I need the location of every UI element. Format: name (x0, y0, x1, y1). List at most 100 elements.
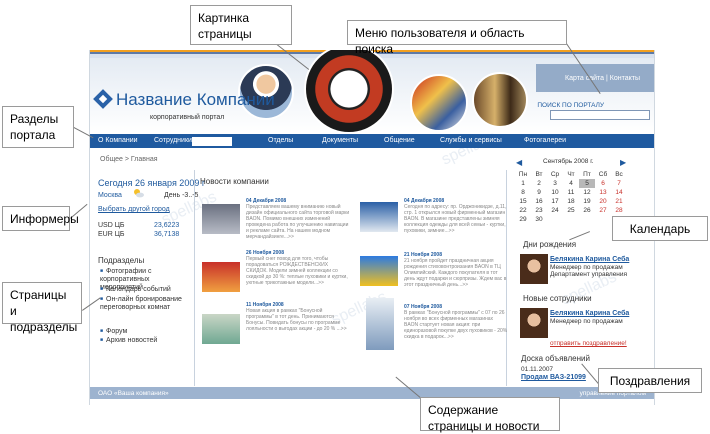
news-thumbnail (202, 314, 240, 344)
currency-code-usd: USD ЦБ (98, 222, 125, 229)
news-item[interactable]: 07 Ноября 2008 В рамках "Бонусной програ… (404, 304, 508, 340)
calendar-day[interactable]: 2 (531, 179, 547, 188)
nav-item-company[interactable]: О Компании (98, 137, 138, 144)
calendar-week: 29 30 (515, 215, 627, 224)
calendar-day[interactable]: 10 (547, 188, 563, 197)
nav-item-staff[interactable]: Сотрудники (154, 137, 192, 144)
calendar-day[interactable]: 7 (611, 179, 627, 188)
nav-item-departments[interactable]: Отделы (268, 137, 293, 144)
news-thumbnail (366, 298, 394, 350)
informer-date: Сегодня 26 января 2009 г (98, 178, 206, 188)
callout-calendar: Календарь (612, 216, 708, 241)
calendar-day[interactable]: 16 (531, 197, 547, 206)
calendar-day[interactable]: 24 (547, 206, 563, 215)
subsection-item[interactable]: Календарь событий (100, 286, 190, 294)
calendar-day[interactable]: 11 (563, 188, 579, 197)
calendar-day[interactable]: 5 (579, 179, 595, 188)
calendar-week: 15 16 17 18 19 20 21 (515, 197, 627, 206)
top-links[interactable]: Карта сайта | Контакты (565, 75, 640, 82)
new-staff-role: Менеджер по продажам (550, 318, 623, 325)
weekday: Чт (567, 171, 575, 178)
calendar-day[interactable]: 29 (515, 215, 531, 224)
nav-item-photos[interactable]: Фотогалереи (524, 137, 566, 144)
calendar-day[interactable]: 3 (547, 179, 563, 188)
calendar-prev-icon[interactable]: ◀ (516, 158, 522, 167)
news-item[interactable]: 26 Ноября 2008 Первый снег повод для тог… (246, 250, 350, 286)
weekday: Вс (615, 171, 623, 178)
calendar-day[interactable]: 6 (595, 179, 611, 188)
footer (90, 387, 654, 399)
news-text: Первый снег повод для того, чтобы порадо… (246, 256, 348, 286)
calendar-day[interactable]: 21 (611, 197, 627, 206)
news-text: Сегодня по адресу: пр. Орджоникидзе, д.1… (404, 204, 507, 234)
callout-page-picture: Картинка страницы (190, 5, 292, 45)
news-item[interactable]: 11 Ноября 2008 Новая акция в рамках "Бон… (246, 302, 350, 332)
calendar-day[interactable]: 12 (579, 188, 595, 197)
board-item[interactable]: Продам ВАЗ-21099 (521, 374, 586, 381)
calendar-day[interactable]: 9 (531, 188, 547, 197)
nav-item-documents[interactable]: Документы (322, 137, 358, 144)
send-congrats-link[interactable]: отправить поздравление! (550, 340, 627, 347)
calendar-day[interactable]: 1 (515, 179, 531, 188)
search-input[interactable] (550, 110, 650, 120)
currency-value-eur: 36,7138 (154, 231, 180, 238)
news-text: 21 ноября пройдет праздничная акция рожд… (404, 258, 507, 288)
avatar (520, 308, 548, 338)
calendar-day[interactable]: 17 (547, 197, 563, 206)
calendar-week: 1234567 (515, 179, 627, 188)
news-item[interactable]: 21 Ноября 2008 21 ноября пройдет праздни… (404, 252, 508, 288)
calendar-day[interactable]: 18 (563, 197, 579, 206)
weekday: Ср (550, 171, 560, 178)
calendar-next-icon[interactable]: ▶ (620, 158, 626, 167)
nav-item-communication[interactable]: Общение (384, 137, 415, 144)
calendar-day[interactable]: 22 (515, 206, 531, 215)
calendar-day (563, 215, 579, 224)
calendar-day[interactable]: 30 (531, 215, 547, 224)
birthdays-title: Дни рождения (523, 240, 577, 249)
new-staff-name[interactable]: Белякина Карина Себа (550, 310, 629, 317)
callout-page-content: Содержание страницы и новости (420, 397, 560, 433)
calendar-title: Сентябрь 2008 г. (543, 158, 594, 165)
calendar-day[interactable]: 26 (579, 206, 595, 215)
callout-congrats: Поздравления (598, 368, 702, 393)
calendar-week: 22 23 24 25 26 27 28 (515, 206, 627, 215)
calendar-day[interactable]: 19 (579, 197, 595, 206)
subsection-item[interactable]: Архив новостей (100, 337, 190, 345)
company-name[interactable]: Название Компании (116, 90, 275, 110)
calendar-day (579, 215, 595, 224)
subsection-item[interactable]: Он-лайн бронирование переговорных комнат (100, 296, 190, 312)
subsections-title: Подразделы (98, 256, 145, 265)
calendar-day[interactable]: 15 (515, 197, 531, 206)
nav-search-input[interactable] (192, 137, 232, 146)
board-date: 01.11.2007 (521, 366, 554, 373)
calendar-day[interactable]: 14 (611, 188, 627, 197)
news-item[interactable]: 04 Декабря 2008 Сегодня по адресу: пр. О… (404, 198, 508, 234)
calendar-day (547, 215, 563, 224)
currency-code-eur: EUR ЦБ (98, 231, 125, 238)
calendar-day[interactable]: 25 (563, 206, 579, 215)
news-thumbnail (360, 256, 398, 286)
weekday: Вт (535, 171, 543, 178)
weather-sun-cloud-icon (134, 189, 144, 198)
search-label: ПОИСК ПО ПОРТАЛУ (537, 102, 604, 109)
calendar-day[interactable]: 8 (515, 188, 531, 197)
nav-bar: О Компании Сотрудники Отделы Документы О… (90, 134, 654, 148)
calendar-day[interactable]: 23 (531, 206, 547, 215)
header-photo-office (472, 72, 528, 128)
choose-city-link[interactable]: Выбрать другой город (98, 206, 170, 213)
breadcrumb[interactable]: Общее > Главная (100, 156, 158, 163)
board-title: Доска объявлений (521, 354, 590, 363)
calendar-day[interactable]: 13 (595, 188, 611, 197)
informer-city[interactable]: Москва (98, 192, 122, 199)
birthday-person-name[interactable]: Белякина Карина Себа (550, 256, 629, 263)
news-item[interactable]: 04 Декабря 2008 Представляем вашему вним… (246, 198, 350, 240)
avatar (520, 254, 548, 284)
subsection-item[interactable]: Форум (100, 328, 190, 336)
calendar-day[interactable]: 20 (595, 197, 611, 206)
news-title: Новости компании (200, 177, 269, 186)
news-text: Представляем вашему вниманию новый дизай… (246, 204, 350, 240)
nav-item-services[interactable]: Службы и сервисы (440, 137, 502, 144)
calendar-day[interactable]: 4 (563, 179, 579, 188)
calendar-day[interactable]: 28 (611, 206, 627, 215)
calendar-day[interactable]: 27 (595, 206, 611, 215)
